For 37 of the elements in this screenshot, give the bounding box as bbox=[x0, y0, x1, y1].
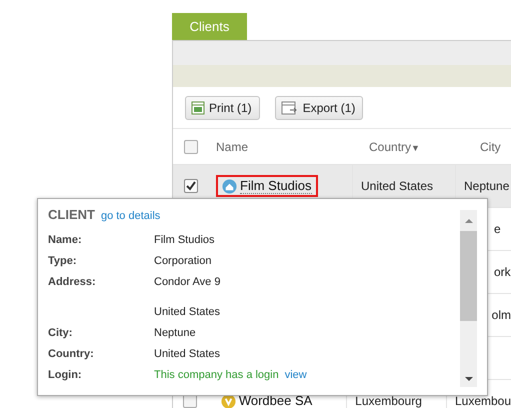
view-link[interactable]: view bbox=[284, 368, 307, 380]
select-all-checkbox[interactable] bbox=[184, 140, 198, 154]
table-cell: Luxembourg bbox=[355, 394, 422, 408]
export-button[interactable]: Export (1) bbox=[274, 96, 364, 120]
field-value: Film Studios bbox=[154, 234, 215, 246]
column-header[interactable]: Name bbox=[208, 140, 361, 154]
table-cell: olm bbox=[492, 308, 511, 322]
field-value: Condor Ave 9 bbox=[154, 276, 220, 288]
row-checkbox[interactable] bbox=[184, 179, 198, 193]
table-cell: United States bbox=[361, 179, 434, 193]
scroll-down-icon[interactable] bbox=[464, 375, 474, 383]
table-cell: Luxembou bbox=[454, 394, 511, 408]
field-value: Corporation bbox=[154, 254, 212, 266]
field-label: Type: bbox=[48, 254, 77, 266]
field-label: Login: bbox=[48, 368, 82, 380]
field-value: Neptune bbox=[154, 326, 196, 338]
spreadsheet-icon bbox=[191, 101, 205, 115]
field-value: United States bbox=[154, 306, 220, 318]
details-link[interactable]: go to details bbox=[100, 210, 160, 222]
field-label: Name: bbox=[48, 234, 82, 246]
table-cell: ork bbox=[494, 265, 511, 279]
field-label: Country: bbox=[48, 348, 94, 360]
table-cell: Neptune bbox=[464, 179, 510, 193]
scroll-thumb[interactable] bbox=[460, 231, 477, 321]
scrollbar[interactable] bbox=[460, 210, 477, 387]
login-status: This company has a login bbox=[154, 368, 279, 380]
field-label: Address: bbox=[48, 276, 96, 288]
field-value: United States bbox=[154, 348, 220, 360]
print-button[interactable]: Print (1) bbox=[185, 96, 260, 120]
column-header[interactable]: City bbox=[472, 140, 511, 154]
table-cell: e bbox=[494, 222, 501, 236]
scroll-up-icon[interactable] bbox=[464, 217, 474, 225]
export-icon bbox=[280, 101, 299, 115]
house-icon bbox=[222, 178, 237, 194]
popup-title: CLIENT bbox=[48, 207, 95, 222]
field-label: City: bbox=[48, 326, 72, 338]
column-header[interactable]: Country▼ bbox=[361, 140, 472, 154]
